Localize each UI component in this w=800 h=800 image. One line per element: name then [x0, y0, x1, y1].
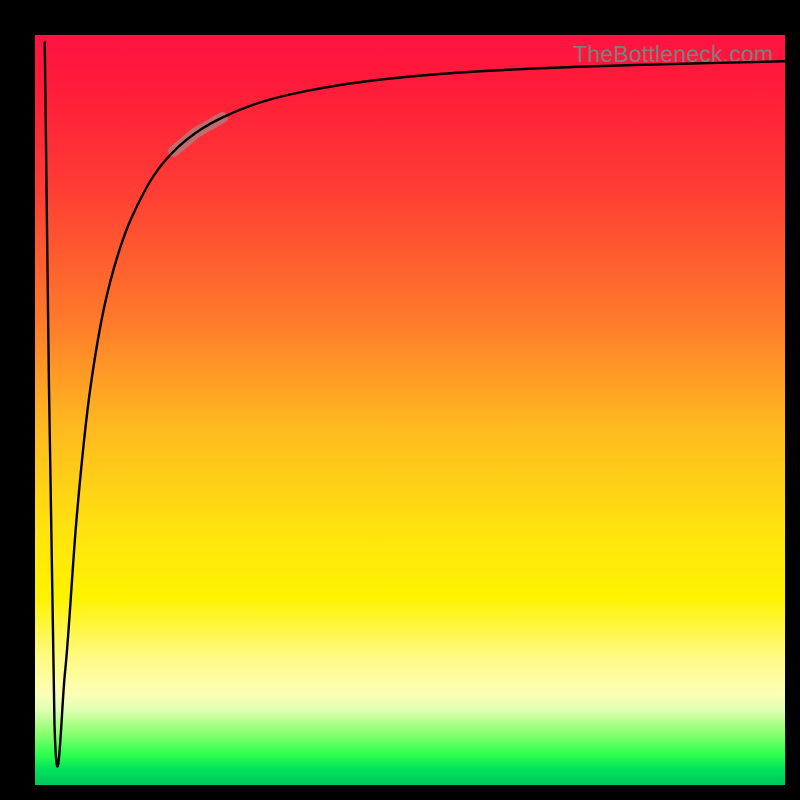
chart-area: TheBottleneck.com	[35, 35, 785, 785]
chart-frame: TheBottleneck.com	[0, 0, 800, 800]
curve-svg	[35, 35, 785, 785]
highlight-region	[174, 118, 223, 152]
bottleneck-curve	[45, 43, 785, 767]
